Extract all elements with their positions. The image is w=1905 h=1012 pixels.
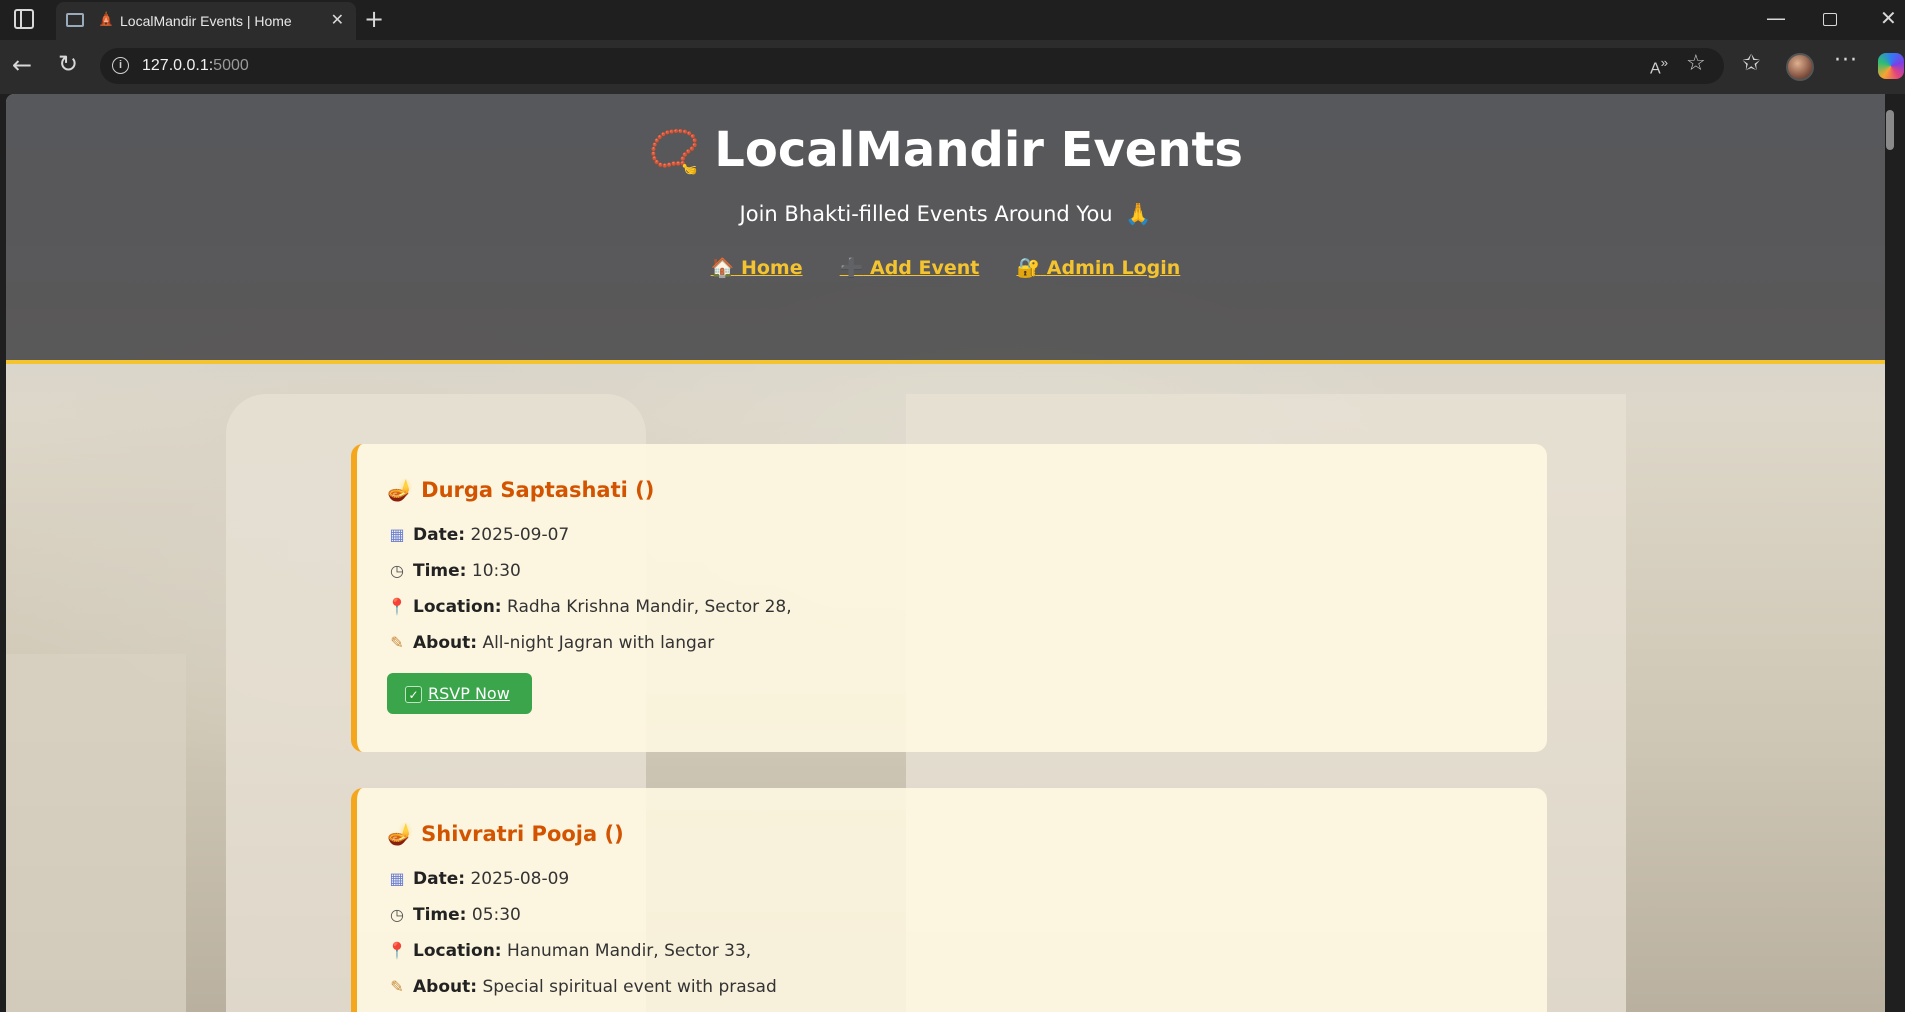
mala-icon: 📿	[648, 127, 701, 176]
event-time: ◷ Time: 10:30	[387, 553, 1517, 589]
event-about: ✎ About: All-night Jagran with langar	[387, 625, 1517, 661]
close-tab-icon[interactable]: ✕	[331, 10, 344, 29]
reload-icon[interactable]: ↻	[58, 50, 78, 78]
copilot-icon[interactable]	[1878, 53, 1904, 79]
event-location: 📍 Location: Radha Krishna Mandir, Sector …	[387, 589, 1517, 625]
check-icon: ✓	[405, 686, 422, 703]
site-info-icon[interactable]: i	[112, 57, 129, 74]
favorites-icon[interactable]: ✩	[1742, 51, 1760, 76]
window-close-icon[interactable]: ✕	[1880, 6, 1897, 30]
event-location: 📍 Location: Hanuman Mandir, Sector 33,	[387, 933, 1517, 969]
profile-avatar[interactable]	[1786, 53, 1814, 81]
favorite-star-icon[interactable]: ☆	[1686, 51, 1706, 76]
url-input[interactable]: i 127.0.0.1:5000 A» ☆	[100, 48, 1724, 84]
rsvp-button[interactable]: ✓ RSVP Now	[387, 673, 532, 714]
main-nav: 🏠 Home ➕ Add Event 🔐 Admin Login	[6, 256, 1885, 279]
nav-admin-login-link[interactable]: 🔐 Admin Login	[1016, 256, 1180, 279]
event-about: ✎ About: Special spiritual event with pra…	[387, 969, 1517, 1005]
browser-tab[interactable]: 🛕 LocalMandir Events | Home ✕	[56, 2, 356, 40]
back-icon[interactable]: ←	[12, 51, 32, 79]
site-header: 📿 LocalMandir Events Join Bhakti-filled E…	[6, 94, 1885, 364]
diya-icon: 🪔	[387, 478, 414, 502]
folded-hands-icon: 🙏	[1125, 202, 1152, 226]
scrollbar-thumb[interactable]	[1886, 110, 1894, 150]
calendar-icon: ▦	[389, 525, 405, 544]
event-title: 🪔 Durga Saptashati ()	[387, 478, 655, 502]
page-viewport: 📿 LocalMandir Events Join Bhakti-filled E…	[6, 94, 1895, 1012]
pin-icon: 📍	[387, 597, 407, 616]
nav-add-event-link[interactable]: ➕ Add Event	[840, 256, 980, 279]
more-options-icon[interactable]: ···	[1834, 48, 1858, 73]
tab-favicon-icon: 🛕	[98, 12, 115, 27]
tab-title: LocalMandir Events | Home	[120, 13, 292, 29]
event-card: 🪔 Shivratri Pooja () ▦ Date: 2025-08-09 ◷ T…	[351, 788, 1547, 1012]
pin-icon: 📍	[387, 941, 407, 960]
browser-tab-bar: 🛕 LocalMandir Events | Home ✕ + — ✕	[0, 0, 1905, 40]
memo-icon: ✎	[390, 977, 404, 996]
memo-icon: ✎	[390, 633, 404, 652]
diya-icon: 🪔	[387, 822, 414, 846]
minimize-icon[interactable]: —	[1766, 6, 1786, 30]
tab-actions-icon[interactable]	[66, 13, 84, 27]
read-aloud-icon[interactable]: A»	[1650, 55, 1668, 78]
clock-icon: ◷	[390, 905, 404, 924]
plus-icon: ➕	[839, 257, 864, 279]
event-time: ◷ Time: 05:30	[387, 897, 1517, 933]
event-title: 🪔 Shivratri Pooja ()	[387, 822, 624, 846]
nav-home-link[interactable]: 🏠 Home	[711, 256, 803, 279]
event-date: ▦ Date: 2025-08-09	[387, 861, 1517, 897]
site-tagline: Join Bhakti-filled Events Around You 🙏	[739, 202, 1152, 226]
event-card: 🪔 Durga Saptashati () ▦ Date: 2025-09-07 ◷…	[351, 444, 1547, 752]
event-date: ▦ Date: 2025-09-07	[387, 517, 1517, 553]
restore-icon[interactable]	[1823, 13, 1837, 26]
site-title: 📿 LocalMandir Events	[648, 122, 1243, 178]
new-tab-icon[interactable]: +	[364, 5, 384, 33]
lock-icon: 🔐	[1016, 257, 1041, 279]
url-text[interactable]: 127.0.0.1:5000	[142, 57, 249, 75]
calendar-icon: ▦	[389, 869, 405, 888]
house-icon: 🏠	[710, 257, 735, 279]
background-temple-dome	[6, 654, 186, 1012]
clock-icon: ◷	[390, 561, 404, 580]
page-scrollbar[interactable]	[1885, 94, 1895, 1012]
sidebar-toggle-icon[interactable]	[14, 9, 34, 29]
address-toolbar: ← ↻ i 127.0.0.1:5000 A» ☆ ✩ ···	[0, 40, 1905, 94]
